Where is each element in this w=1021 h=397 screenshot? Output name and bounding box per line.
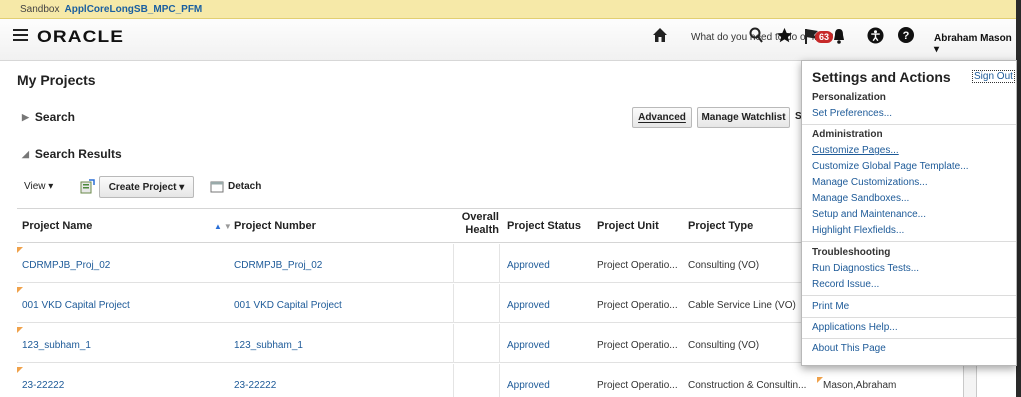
col-header-overall-health[interactable]: Overall Health <box>457 211 499 237</box>
notifications-count-badge[interactable]: 63 <box>815 31 834 43</box>
favorites-star-icon[interactable] <box>776 27 793 44</box>
project-type: Construction & Consultin... <box>688 380 807 391</box>
project-status: Approved <box>507 260 550 271</box>
sort-ascending-icon[interactable]: ▲ <box>214 222 222 231</box>
menu-item-set-preferences[interactable]: Set Preferences... <box>812 108 892 119</box>
table-row: 23-22222 23-22222 Approved Project Opera… <box>17 364 963 397</box>
row-flag-icon <box>17 327 23 333</box>
row-flag-icon <box>17 287 23 293</box>
project-name-link[interactable]: 23-22222 <box>22 380 64 391</box>
col-header-project-status[interactable]: Project Status <box>507 220 581 232</box>
svg-text:?: ? <box>903 30 910 42</box>
advanced-button[interactable]: Advanced <box>632 107 692 128</box>
create-project-button[interactable]: Create Project ▾ <box>99 176 194 198</box>
view-menu-label: View <box>24 181 46 192</box>
home-icon[interactable] <box>652 27 668 43</box>
project-unit: Project Operatio... <box>597 300 678 311</box>
help-icon[interactable]: ? <box>898 27 914 43</box>
user-menu[interactable]: Abraham Mason ▾ <box>934 33 1016 55</box>
menu-item-record-issue[interactable]: Record Issue... <box>812 279 879 290</box>
results-toolbar: View ▾ Create Project ▾ Detach <box>0 176 800 198</box>
navigator-menu-icon[interactable] <box>13 29 28 41</box>
search-results-toggle[interactable]: ◢ Search Results <box>22 147 122 161</box>
menu-item-about-this-page[interactable]: About This Page <box>812 343 886 354</box>
project-number-link[interactable]: CDRMPJB_Proj_02 <box>234 260 322 271</box>
menu-item-highlight-flexfields[interactable]: Highlight Flexfields... <box>812 225 904 236</box>
global-header: ORACLE What do you need to do or find? 6… <box>0 19 1016 61</box>
user-name: Abraham Mason <box>934 33 1012 44</box>
menu-item-customize-global-page-template[interactable]: Customize Global Page Template... <box>812 161 969 172</box>
expand-triangle-icon: ▶ <box>22 111 29 122</box>
col-header-project-type[interactable]: Project Type <box>688 220 753 232</box>
view-menu[interactable]: View ▾ <box>24 181 53 192</box>
project-unit: Project Operatio... <box>597 380 678 391</box>
detach-icon[interactable] <box>210 180 224 193</box>
menu-item-customize-pages[interactable]: Customize Pages... <box>812 145 899 156</box>
col-header-project-number[interactable]: Project Number <box>234 220 316 232</box>
menu-item-manage-sandboxes[interactable]: Manage Sandboxes... <box>812 193 909 204</box>
create-project-label: Create Project <box>108 181 177 193</box>
menu-item-manage-customizations[interactable]: Manage Customizations... <box>812 177 928 188</box>
project-status: Approved <box>507 380 550 391</box>
col-header-project-name[interactable]: Project Name <box>22 220 92 232</box>
search-results-label: Search Results <box>34 147 122 161</box>
sort-descending-icon[interactable]: ▼ <box>224 222 232 231</box>
manage-watchlist-button[interactable]: Manage Watchlist <box>697 107 790 128</box>
project-name-link[interactable]: 123_subham_1 <box>22 340 91 351</box>
sandbox-label: Sandbox <box>20 3 60 15</box>
project-type: Cable Service Line (VO) <box>688 300 796 311</box>
notifications-bell-icon[interactable] <box>832 27 846 45</box>
oracle-logo[interactable]: ORACLE <box>37 27 124 47</box>
settings-menu-title: Settings and Actions <box>812 69 951 85</box>
sandbox-bar: Sandbox ApplCoreLongSB_MPC_PFM <box>0 0 1016 19</box>
project-unit: Project Operatio... <box>597 340 678 351</box>
sort-controls[interactable]: ▲ ▼ <box>214 222 232 231</box>
sandbox-name-link[interactable]: ApplCoreLongSB_MPC_PFM <box>64 4 202 15</box>
search-section-toggle[interactable]: ▶ Search <box>22 110 75 124</box>
project-number-link[interactable]: 123_subham_1 <box>234 340 303 351</box>
troubleshooting-heading: Troubleshooting <box>812 247 891 258</box>
personalization-heading: Personalization <box>812 92 886 103</box>
menu-item-applications-help[interactable]: Applications Help... <box>812 322 898 333</box>
search-section-label: Search <box>34 110 75 124</box>
settings-and-actions-menu: Settings and Actions Sign Out Personaliz… <box>801 60 1017 366</box>
advanced-button-label: Advanced <box>638 112 686 123</box>
administration-heading: Administration <box>812 129 883 140</box>
project-number-link[interactable]: 23-22222 <box>234 380 276 391</box>
chevron-down-icon: ▾ <box>934 44 940 55</box>
col-header-project-unit[interactable]: Project Unit <box>597 220 659 232</box>
page-title: My Projects <box>17 72 96 88</box>
project-unit: Project Operatio... <box>597 260 678 271</box>
project-type: Consulting (VO) <box>688 260 760 271</box>
row-flag-icon <box>17 247 23 253</box>
row-flag-icon <box>17 367 23 373</box>
project-status: Approved <box>507 340 550 351</box>
chevron-down-icon: ▾ <box>179 181 185 193</box>
project-number-link[interactable]: 001 VKD Capital Project <box>234 300 342 311</box>
col-header-overall-line1: Overall <box>461 211 499 223</box>
sign-out-link[interactable]: Sign Out <box>972 70 1015 83</box>
menu-item-setup-and-maintenance[interactable]: Setup and Maintenance... <box>812 209 926 220</box>
project-name-link[interactable]: CDRMPJB_Proj_02 <box>22 260 110 271</box>
menu-item-print-me[interactable]: Print Me <box>812 301 849 312</box>
project-status: Approved <box>507 300 550 311</box>
project-type: Consulting (VO) <box>688 340 760 351</box>
menu-item-run-diagnostics-tests[interactable]: Run Diagnostics Tests... <box>812 263 919 274</box>
project-name-link[interactable]: 001 VKD Capital Project <box>22 300 130 311</box>
project-manager: Mason,Abraham <box>823 380 897 391</box>
collapse-triangle-icon: ◢ <box>22 148 29 159</box>
detach-button-label[interactable]: Detach <box>228 181 261 192</box>
search-icon[interactable] <box>749 27 765 45</box>
col-header-overall-line2: Health <box>465 224 499 236</box>
export-icon[interactable] <box>80 179 95 194</box>
accessibility-icon[interactable] <box>867 27 884 44</box>
chevron-down-icon: ▾ <box>48 181 54 192</box>
